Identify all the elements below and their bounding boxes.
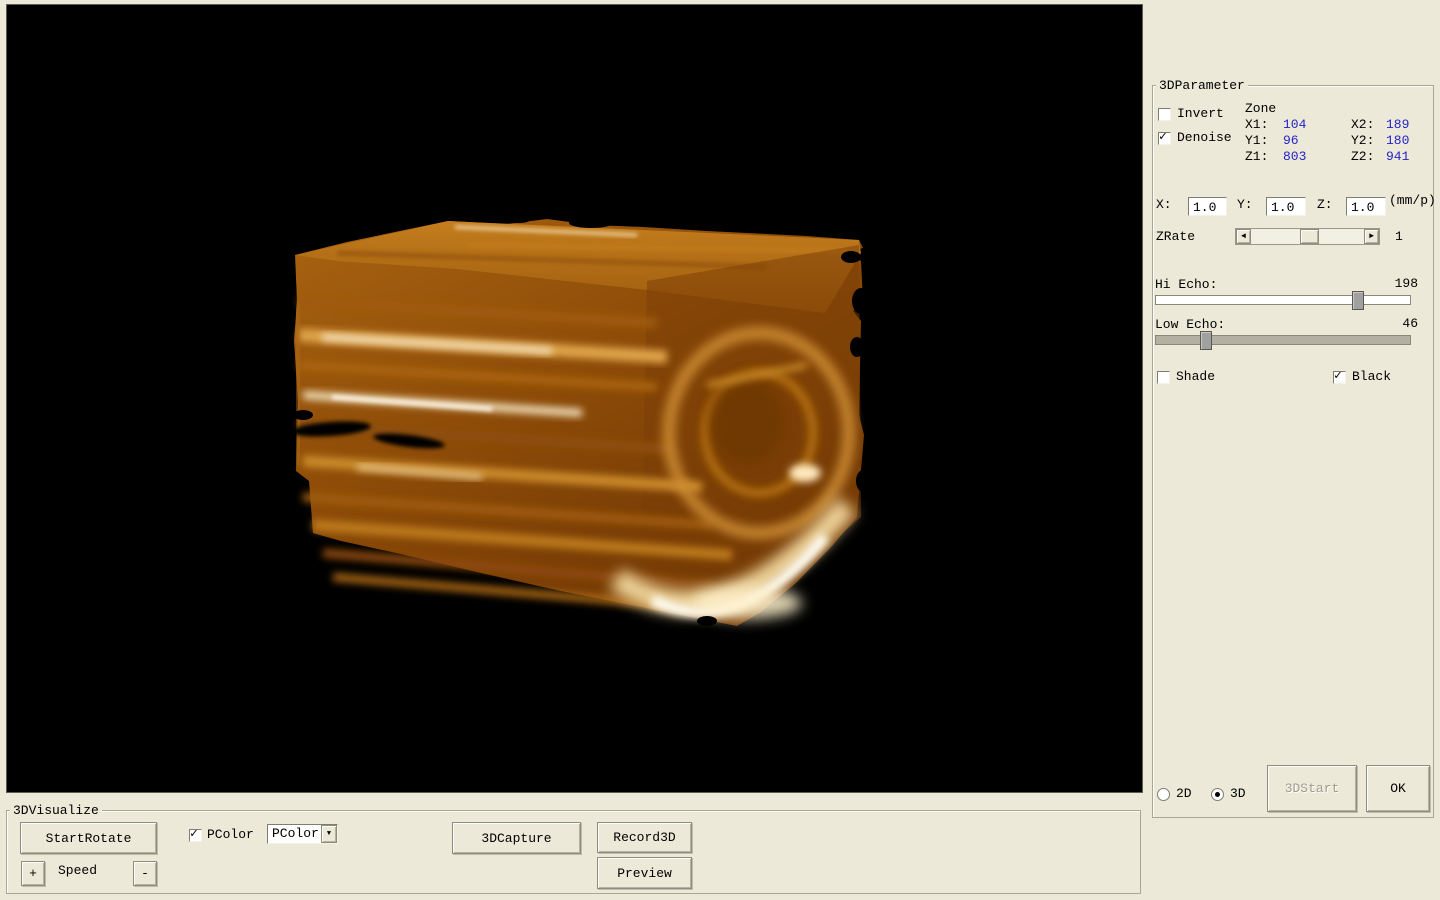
zone-y1-value: 96 bbox=[1283, 134, 1299, 148]
zrate-value: 1 bbox=[1395, 230, 1403, 244]
invert-label: Invert bbox=[1177, 107, 1224, 121]
check-icon: ✓ bbox=[190, 827, 198, 840]
low-echo-value: 46 bbox=[1382, 317, 1418, 331]
zone-z2-label: Z2: bbox=[1351, 150, 1374, 164]
zone-x2-label: X2: bbox=[1351, 118, 1374, 132]
mode-2d-label: 2D bbox=[1176, 787, 1192, 801]
shade-checkbox[interactable] bbox=[1157, 371, 1170, 384]
capture-3d-button[interactable]: 3DCapture bbox=[452, 822, 581, 854]
volume-render-3d[interactable] bbox=[7, 5, 1142, 792]
zone-y2-value: 180 bbox=[1386, 134, 1409, 148]
pcolor-checkbox[interactable]: ✓ bbox=[189, 829, 202, 842]
record-3d-button[interactable]: Record3D bbox=[597, 822, 692, 853]
x-scale-input[interactable] bbox=[1188, 197, 1227, 216]
start-3d-button[interactable]: 3DStart bbox=[1267, 765, 1357, 812]
zone-x1-value: 104 bbox=[1283, 118, 1306, 132]
zrate-right-arrow-button[interactable]: ► bbox=[1364, 229, 1379, 244]
zone-label: Zone bbox=[1245, 102, 1276, 116]
zone-x1-label: X1: bbox=[1245, 118, 1268, 132]
denoise-checkbox[interactable]: ✓ bbox=[1158, 132, 1171, 145]
mode-3d-radio[interactable] bbox=[1211, 788, 1224, 801]
zone-z2-value: 941 bbox=[1386, 150, 1409, 164]
zone-z1-label: Z1: bbox=[1245, 150, 1268, 164]
black-label: Black bbox=[1352, 370, 1391, 384]
zrate-thumb[interactable] bbox=[1300, 229, 1319, 244]
visualize-group-title: 3DVisualize bbox=[10, 804, 102, 817]
chevron-down-icon: ▼ bbox=[327, 830, 331, 838]
zone-z1-value: 803 bbox=[1283, 150, 1306, 164]
zrate-left-arrow-button[interactable]: ◄ bbox=[1236, 229, 1251, 244]
dropdown-button[interactable]: ▼ bbox=[321, 825, 337, 843]
y-scale-input[interactable] bbox=[1266, 197, 1306, 216]
scale-unit-label: (mm/p) bbox=[1389, 194, 1436, 208]
zone-x2-value: 189 bbox=[1386, 118, 1409, 132]
black-checkbox[interactable]: ✓ bbox=[1333, 371, 1346, 384]
hi-echo-label: Hi Echo: bbox=[1155, 278, 1217, 292]
denoise-label: Denoise bbox=[1177, 131, 1232, 145]
pcolor-dropdown-value: PColor bbox=[272, 826, 319, 841]
start-rotate-button[interactable]: StartRotate bbox=[20, 822, 157, 854]
zrate-label: ZRate bbox=[1156, 230, 1195, 244]
render-viewport[interactable] bbox=[6, 4, 1143, 793]
zone-y2-label: Y2: bbox=[1351, 134, 1374, 148]
mode-2d-radio[interactable] bbox=[1157, 788, 1170, 801]
x-scale-label: X: bbox=[1156, 198, 1172, 212]
zrate-scrollbar[interactable]: ◄ ► bbox=[1235, 228, 1380, 245]
hi-echo-slider-thumb[interactable] bbox=[1352, 291, 1364, 310]
scroll-left-icon: ◄ bbox=[1241, 232, 1246, 241]
zone-y1-label: Y1: bbox=[1245, 134, 1268, 148]
scroll-right-icon: ► bbox=[1369, 232, 1374, 241]
speed-minus-button[interactable]: - bbox=[133, 861, 157, 886]
check-icon: ✓ bbox=[1159, 130, 1167, 143]
mode-3d-label: 3D bbox=[1230, 787, 1246, 801]
preview-button[interactable]: Preview bbox=[597, 857, 692, 889]
z-scale-label: Z: bbox=[1317, 198, 1333, 212]
parameter-group-title: 3DParameter bbox=[1156, 79, 1248, 92]
speed-plus-button[interactable]: + bbox=[21, 861, 45, 886]
ok-button[interactable]: OK bbox=[1366, 765, 1430, 812]
speed-label: Speed bbox=[58, 864, 97, 878]
hi-echo-value: 198 bbox=[1382, 277, 1418, 291]
low-echo-slider-track[interactable] bbox=[1155, 335, 1411, 345]
hi-echo-slider-track[interactable] bbox=[1155, 295, 1411, 305]
y-scale-label: Y: bbox=[1237, 198, 1253, 212]
pcolor-dropdown[interactable]: PColor ▼ bbox=[267, 824, 338, 844]
invert-checkbox[interactable] bbox=[1158, 108, 1171, 121]
check-icon: ✓ bbox=[1334, 369, 1342, 382]
pcolor-label: PColor bbox=[207, 828, 254, 842]
low-echo-slider-thumb[interactable] bbox=[1200, 331, 1212, 350]
z-scale-input[interactable] bbox=[1346, 197, 1386, 216]
low-echo-label: Low Echo: bbox=[1155, 318, 1225, 332]
shade-label: Shade bbox=[1176, 370, 1215, 384]
